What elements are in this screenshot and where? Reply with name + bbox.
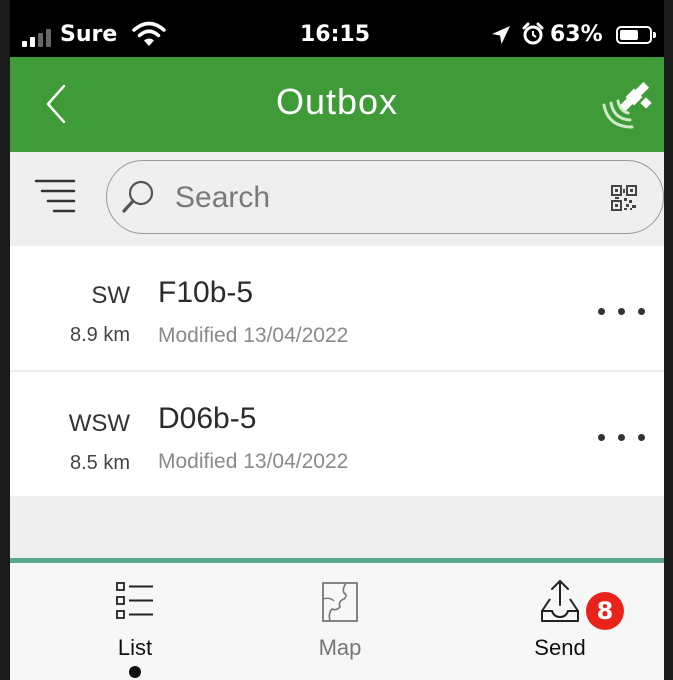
nav-header: Outbox xyxy=(10,57,664,152)
list-item[interactable]: SW 8.9 km F10b-5 Modified 13/04/2022 xyxy=(10,246,664,370)
battery-icon xyxy=(616,26,656,44)
satellite-signal-icon xyxy=(602,81,652,129)
item-distance: 8.5 km xyxy=(69,452,130,474)
item-direction: SW xyxy=(91,282,130,309)
clock-time: 16:15 xyxy=(300,22,371,47)
list-item[interactable]: WSW 8.5 km D06b-5 Modified 13/04/2022 xyxy=(10,372,664,496)
app-frame: Sure 16:15 63% Outbox Search SW 8.9 km F… xyxy=(0,0,673,680)
more-options-button[interactable] xyxy=(592,422,652,452)
tab-map-label: Map xyxy=(318,635,362,660)
filter-lines-icon xyxy=(34,179,76,213)
tab-map[interactable]: Map xyxy=(260,563,420,680)
tab-list[interactable]: List xyxy=(55,563,215,680)
tab-send-label: Send xyxy=(534,635,586,660)
location-arrow-icon xyxy=(492,26,510,44)
send-tray-icon xyxy=(541,580,579,622)
more-options-button[interactable] xyxy=(592,296,652,326)
list-icon xyxy=(116,582,153,619)
item-direction: WSW xyxy=(68,410,130,437)
active-tab-indicator xyxy=(129,666,141,678)
alarm-icon xyxy=(522,22,544,45)
search-input[interactable] xyxy=(173,177,597,219)
item-modified-date: Modified 13/04/2022 xyxy=(158,450,349,473)
gps-status-button[interactable] xyxy=(598,79,654,131)
app-screen: Sure 16:15 63% Outbox Search SW 8.9 km F… xyxy=(10,0,664,680)
wifi-icon xyxy=(132,21,166,46)
item-name: F10b-5 xyxy=(158,276,254,309)
item-name: D06b-5 xyxy=(158,402,257,435)
magnifier-icon xyxy=(122,180,154,213)
search-box[interactable] xyxy=(106,160,664,234)
signal-icon xyxy=(22,29,51,47)
search-row xyxy=(10,152,664,244)
page-title: Outbox xyxy=(275,81,399,122)
qr-code-icon[interactable] xyxy=(611,185,637,211)
send-count-badge: 8 xyxy=(586,592,624,630)
status-bar: Sure 16:15 63% xyxy=(10,0,664,57)
filter-button[interactable] xyxy=(34,173,76,221)
battery-percentage: 63% xyxy=(550,22,603,47)
device-bezel-right xyxy=(664,0,673,680)
tab-list-label: List xyxy=(117,635,153,660)
item-modified-date: Modified 13/04/2022 xyxy=(158,324,349,347)
map-icon xyxy=(322,582,358,622)
battery-fill xyxy=(620,30,638,40)
carrier-name: Sure xyxy=(60,22,118,47)
item-distance: 8.9 km xyxy=(69,324,130,346)
device-bezel-left xyxy=(0,0,10,680)
tab-bar: List Map Send xyxy=(10,563,664,680)
